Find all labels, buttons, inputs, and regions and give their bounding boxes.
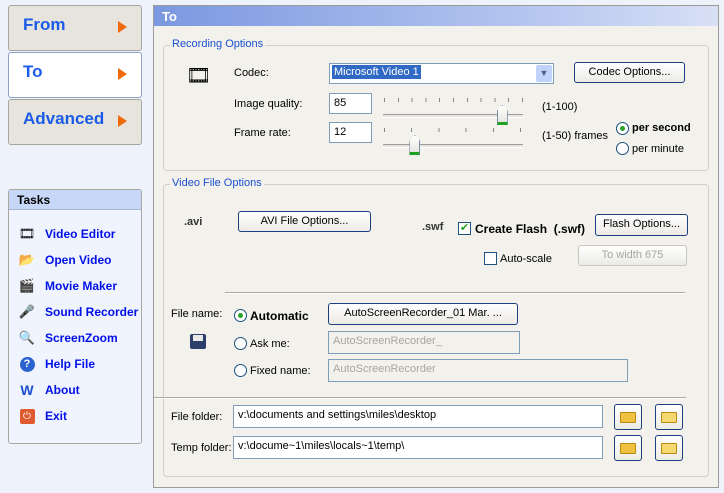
file-folder-label: File folder: [171,411,223,423]
auto-scale-label: Auto-scale [500,253,552,265]
fixed-name-input[interactable]: AutoScreenRecorder [328,359,628,382]
frame-range: (1-50) frames [542,130,609,142]
quality-input[interactable]: 85 [329,93,372,114]
w-logo-icon: W [20,382,34,398]
ask-me-label: Ask me: [250,338,290,350]
task-movie-maker[interactable]: 🎬 Movie Maker [17,276,117,296]
codec-label: Codec: [234,67,269,79]
task-label: About [45,383,80,397]
nav-to-button[interactable]: To [8,52,142,98]
nav-from-button[interactable]: From [8,5,142,51]
per-minute-radio[interactable] [616,142,629,155]
task-label: Video Editor [45,227,116,241]
quality-range: (1-100) [542,101,578,113]
power-icon: ⏻ [17,407,37,425]
group-label: Recording Options [170,38,266,50]
chevron-down-icon[interactable]: ▼ [536,65,552,82]
open-folder-icon [661,411,677,423]
automatic-radio[interactable] [234,309,247,322]
fixed-name-label: Fixed name: [250,365,311,377]
temp-folder-input[interactable]: v:\docume~1\miles\locals~1\temp\ [233,436,603,459]
codec-options-button[interactable]: Codec Options... [574,62,685,83]
temp-folder-label: Temp folder: [171,442,232,454]
per-second-radio[interactable] [616,122,629,135]
task-label: Help File [45,357,96,371]
automatic-label: Automatic [250,309,309,323]
magnifier-icon: 🔍 [18,330,36,345]
task-label: Exit [45,409,68,423]
arrow-right-icon [118,115,127,127]
folder-icon [620,442,636,454]
arrow-right-icon [118,68,127,80]
quality-ticks [384,98,524,102]
frame-rate-track [383,144,523,148]
frame-rate-label: Frame rate: [234,127,291,139]
task-exit[interactable]: ⏻ Exit [17,406,67,426]
task-open-video[interactable]: 📂 Open Video [17,250,112,270]
ask-me-radio[interactable] [234,337,247,350]
codec-reel-icon: 🎞 [186,65,212,87]
nav-advanced-button[interactable]: Advanced [8,99,142,145]
help-icon: ? [17,355,37,373]
codec-select[interactable]: Microsoft Video 1 ▼ [329,63,554,84]
per-minute-label: per minute [632,143,684,155]
create-flash-checkbox[interactable]: ✔ [458,222,471,235]
task-video-editor[interactable]: 🎞 Video Editor [17,224,116,244]
open-folder-icon: 📂 [18,252,36,267]
auto-scale-checkbox[interactable] [484,252,497,265]
folder-open-button[interactable] [655,404,683,430]
panel-title: To [154,6,718,26]
frame-ticks [384,128,524,132]
divider [154,397,686,399]
file-folder-input[interactable]: v:\documents and settings\miles\desktop [233,405,603,428]
nav-advanced-label: Advanced [23,109,105,128]
arrow-right-icon [118,21,127,33]
folder-browse-button[interactable] [614,404,642,430]
avi-file-icon: .avi [184,216,203,228]
temp-folder-browse-button[interactable] [614,435,642,461]
divider [225,292,685,294]
film-icon: 🎞 [18,226,36,241]
folder-icon [620,411,636,423]
flash-file-icon: .swf [422,221,444,233]
task-help-file[interactable]: ? Help File [17,354,95,374]
quality-label: Image quality: [234,98,303,110]
task-label: Open Video [45,253,112,267]
task-sound-recorder[interactable]: 🎤 Sound Recorder [17,302,138,322]
to-width-button[interactable]: To width 675 [578,245,687,266]
task-label: ScreenZoom [45,331,118,345]
open-folder-icon [661,442,677,454]
floppy-disk-icon [190,334,206,349]
tasks-title: Tasks [9,190,141,210]
group-label: Video File Options [170,177,264,189]
nav-to-label: To [23,62,43,81]
frame-rate-input[interactable]: 12 [329,122,372,143]
task-label: Sound Recorder [45,305,139,319]
create-flash-label: Create Flash (.swf) [475,222,586,236]
film-reel-icon: 🎬 [18,278,36,293]
microphone-icon: 🎤 [18,304,36,319]
automatic-filename-button[interactable]: AutoScreenRecorder_01 Mar. ... [328,303,518,325]
task-label: Movie Maker [45,279,118,293]
flash-options-button[interactable]: Flash Options... [595,214,688,236]
codec-value: Microsoft Video 1 [332,65,421,79]
tasks-panel: Tasks 🎞 Video Editor 📂 Open Video 🎬 Movie M… [8,189,142,444]
file-name-label: File name: [171,308,223,320]
nav-from-label: From [23,15,66,34]
per-second-label: per second [632,122,691,134]
fixed-name-radio[interactable] [234,364,247,377]
to-panel: To Recording Options 🎞 Codec: Microsoft … [153,5,719,488]
task-about[interactable]: W About [17,380,80,400]
task-screenzoom[interactable]: 🔍 ScreenZoom [17,328,118,348]
temp-folder-open-button[interactable] [655,435,683,461]
avi-file-options-button[interactable]: AVI File Options... [238,211,371,232]
ask-me-input[interactable]: AutoScreenRecorder_ [328,331,520,354]
